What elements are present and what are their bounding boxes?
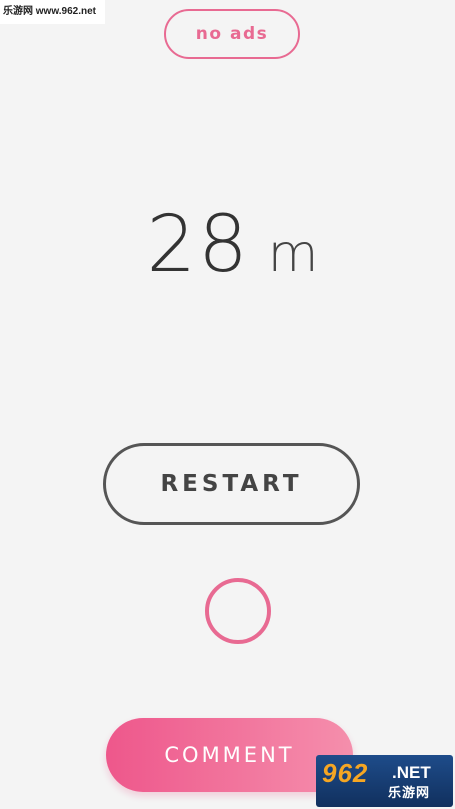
circle-outline-icon[interactable]	[205, 578, 271, 644]
no-ads-button[interactable]: no ads	[164, 9, 300, 59]
restart-button[interactable]: RESTART	[103, 443, 360, 525]
distance-unit: m	[267, 224, 319, 284]
distance-value: 28	[146, 200, 250, 290]
watermark-text: 乐游网 www.962.net	[0, 0, 105, 24]
logo-main-text: 962	[322, 758, 369, 788]
logo-sub-text: 乐游网	[388, 786, 431, 801]
distance-display: 28 m	[0, 200, 455, 300]
no-ads-label: no ads	[195, 24, 269, 44]
logo-net-text: .NET	[392, 763, 431, 782]
comment-label: COMMENT	[164, 743, 295, 767]
restart-label: RESTART	[160, 471, 303, 497]
watermark-logo: 962 .NET 乐游网	[316, 755, 453, 807]
